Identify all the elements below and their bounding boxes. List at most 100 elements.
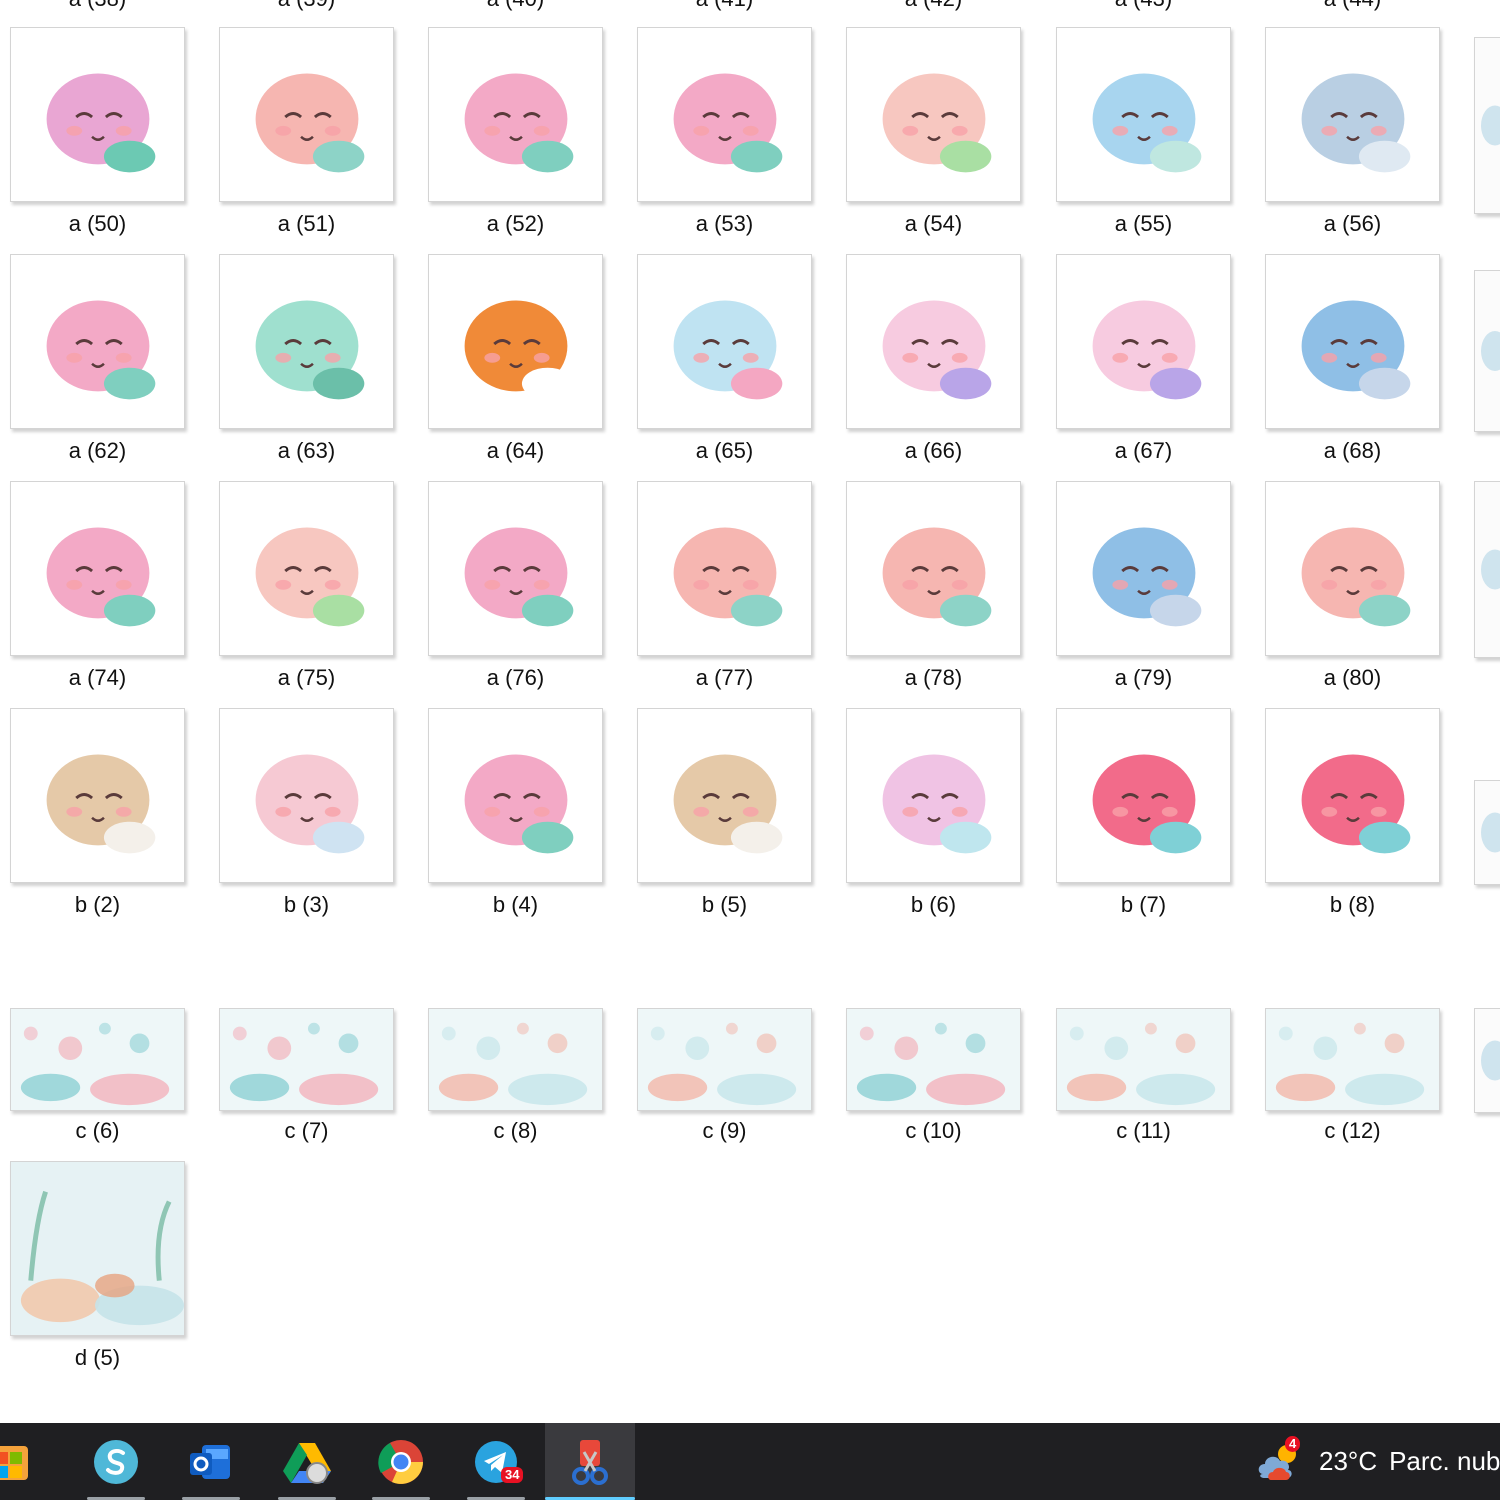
chrome-icon <box>378 1439 423 1484</box>
sea-pattern-thumbnail[interactable] <box>10 1008 185 1111</box>
sea-pattern-thumbnail[interactable] <box>846 1008 1021 1111</box>
whale-thumbnail[interactable] <box>1265 27 1440 202</box>
file-label[interactable]: c (7) <box>219 1118 394 1144</box>
file-label[interactable]: a (56) <box>1265 211 1440 237</box>
seascape-thumbnail[interactable] <box>1056 1008 1231 1111</box>
conch-shell-thumbnail[interactable] <box>219 708 394 883</box>
coral-thumbnail[interactable] <box>1265 708 1440 883</box>
clipped-file-thumbnail[interactable] <box>1474 270 1500 432</box>
pearl-shell-thumbnail[interactable] <box>10 708 185 883</box>
snipping-tool-icon <box>572 1439 608 1485</box>
telegram-unread-badge: 34 <box>501 1467 524 1483</box>
file-label[interactable]: a (68) <box>1265 438 1440 464</box>
seascape-thumbnail[interactable] <box>637 1008 812 1111</box>
file-label: a (44) <box>1265 0 1440 11</box>
file-label[interactable]: a (80) <box>1265 665 1440 691</box>
file-label: a (40) <box>428 0 603 11</box>
file-label[interactable]: a (66) <box>846 438 1021 464</box>
anglerfish-thumbnail[interactable] <box>1056 254 1231 429</box>
mermaid-thumbnail[interactable] <box>428 27 603 202</box>
file-label: a (38) <box>10 0 185 11</box>
mermaid-thumbnail[interactable] <box>10 481 185 656</box>
file-label[interactable]: a (78) <box>846 665 1021 691</box>
jellyfish-thumbnail[interactable] <box>637 254 812 429</box>
file-label[interactable]: c (11) <box>1056 1118 1231 1144</box>
pearl-shell-thumbnail[interactable] <box>637 708 812 883</box>
file-label[interactable]: b (8) <box>1265 892 1440 918</box>
anglerfish-thumbnail[interactable] <box>846 254 1021 429</box>
start-button[interactable] <box>0 1423 55 1500</box>
file-label[interactable]: a (63) <box>219 438 394 464</box>
file-label[interactable]: a (76) <box>428 665 603 691</box>
fish-thumbnail[interactable] <box>10 27 185 202</box>
clipped-file-thumbnail[interactable] <box>1474 37 1500 214</box>
file-label[interactable]: a (62) <box>10 438 185 464</box>
file-label[interactable]: a (75) <box>219 665 394 691</box>
file-label[interactable]: c (8) <box>428 1118 603 1144</box>
file-label[interactable]: a (53) <box>637 211 812 237</box>
mermaid-thumbnail[interactable] <box>428 708 603 883</box>
seahorse-thumbnail[interactable] <box>1265 481 1440 656</box>
mermaid-thumbnail[interactable] <box>10 254 185 429</box>
file-label[interactable]: a (79) <box>1056 665 1231 691</box>
file-label[interactable]: a (77) <box>637 665 812 691</box>
seascape-thumbnail[interactable] <box>428 1008 603 1111</box>
file-label[interactable]: a (65) <box>637 438 812 464</box>
file-label[interactable]: b (3) <box>219 892 394 918</box>
weather-alert-badge: 4 <box>1285 1435 1301 1452</box>
file-label[interactable]: b (2) <box>10 892 185 918</box>
file-label[interactable]: b (4) <box>428 892 603 918</box>
mermaid-thumbnail[interactable] <box>428 481 603 656</box>
taskbar-outlook[interactable] <box>166 1423 256 1500</box>
weather-description: Parc. nub <box>1389 1446 1500 1476</box>
clipped-file-thumbnail[interactable] <box>1474 481 1500 658</box>
file-label[interactable]: c (10) <box>846 1118 1021 1144</box>
weather-widget[interactable]: 4 23°C Parc. nub <box>1255 1423 1500 1500</box>
pufferfish-thumbnail[interactable] <box>219 481 394 656</box>
file-label[interactable]: a (51) <box>219 211 394 237</box>
file-label[interactable]: c (12) <box>1265 1118 1440 1144</box>
turtle-thumbnail[interactable] <box>219 254 394 429</box>
file-label[interactable]: b (5) <box>637 892 812 918</box>
taskbar-sketch-app[interactable] <box>71 1423 161 1500</box>
seascape-thumbnail[interactable] <box>1265 1008 1440 1111</box>
weather-temperature: 23°C <box>1319 1446 1378 1476</box>
seahorse-thumbnail[interactable] <box>219 27 394 202</box>
file-label[interactable]: b (6) <box>846 892 1021 918</box>
dolphin-thumbnail[interactable] <box>1056 481 1231 656</box>
file-label[interactable]: d (5) <box>10 1345 185 1371</box>
file-label[interactable]: a (50) <box>10 211 185 237</box>
file-label[interactable]: c (9) <box>637 1118 812 1144</box>
seahorse-thumbnail[interactable] <box>846 481 1021 656</box>
taskbar-google-drive[interactable] <box>262 1423 352 1500</box>
taskbar-chrome[interactable] <box>356 1423 446 1500</box>
pufferfish-thumbnail[interactable] <box>846 27 1021 202</box>
snail-thumbnail[interactable] <box>846 708 1021 883</box>
file-label[interactable]: c (6) <box>10 1118 185 1144</box>
clownfish-thumbnail[interactable] <box>428 254 603 429</box>
underwater-scene-thumbnail[interactable] <box>10 1161 185 1336</box>
outlook-icon <box>190 1444 230 1479</box>
file-label[interactable]: a (67) <box>1056 438 1231 464</box>
shark-thumbnail[interactable] <box>1056 27 1231 202</box>
coral-thumbnail[interactable] <box>1056 708 1231 883</box>
taskbar-snipping-tool[interactable] <box>545 1423 635 1500</box>
weather-icon: 4 <box>1255 1435 1307 1484</box>
file-label: a (42) <box>846 0 1021 11</box>
seahorse-thumbnail[interactable] <box>637 481 812 656</box>
dolphin-thumbnail[interactable] <box>1265 254 1440 429</box>
sea-pattern-thumbnail[interactable] <box>219 1008 394 1111</box>
file-label: a (43) <box>1056 0 1231 11</box>
file-label[interactable]: a (55) <box>1056 211 1231 237</box>
file-label: a (41) <box>637 0 812 11</box>
file-label[interactable]: b (7) <box>1056 892 1231 918</box>
file-label[interactable]: a (52) <box>428 211 603 237</box>
file-label[interactable]: a (54) <box>846 211 1021 237</box>
mermaid-thumbnail[interactable] <box>637 27 812 202</box>
clipped-file-thumbnail[interactable] <box>1474 1008 1500 1113</box>
taskbar-telegram[interactable]: 34 <box>451 1423 541 1500</box>
clipped-file-thumbnail[interactable] <box>1474 780 1500 885</box>
file-label[interactable]: a (64) <box>428 438 603 464</box>
file-label[interactable]: a (74) <box>10 665 185 691</box>
start-icon <box>0 1445 28 1480</box>
